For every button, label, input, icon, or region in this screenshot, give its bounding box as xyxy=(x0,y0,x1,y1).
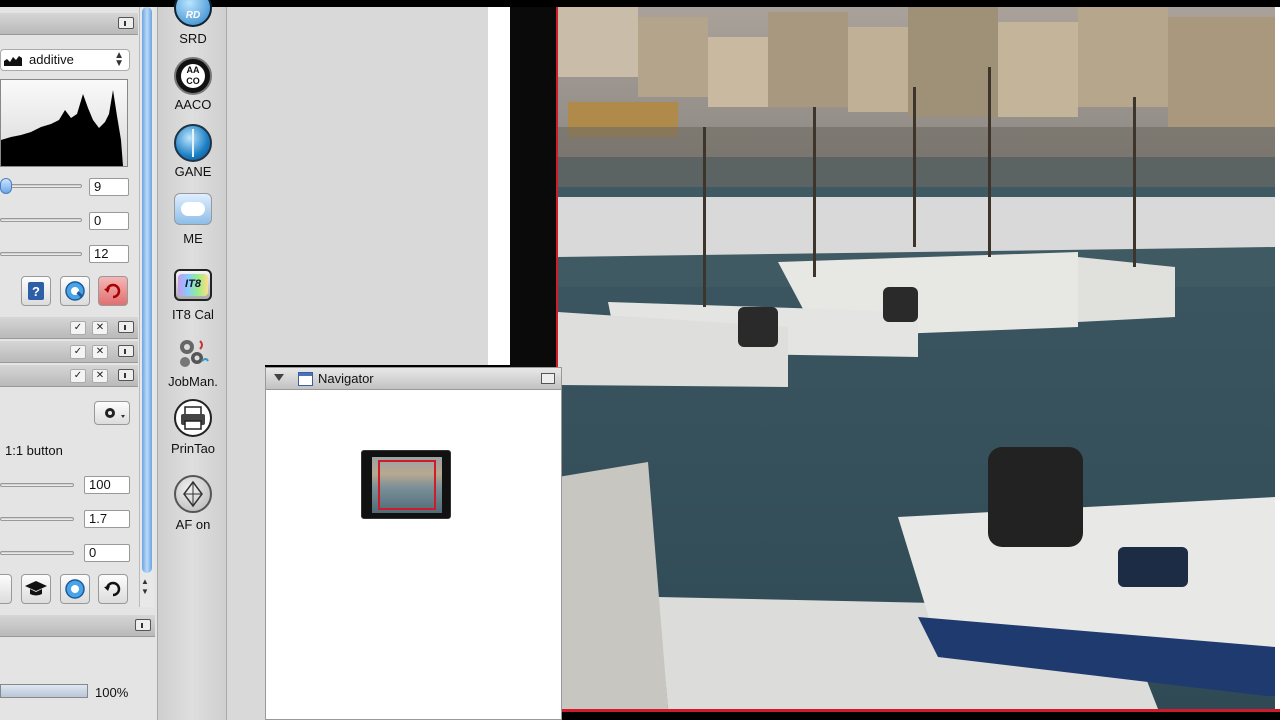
aaco-icon-text-bottom: CO xyxy=(186,76,200,86)
panel-header-5 xyxy=(0,615,155,637)
slider-value-1[interactable]: 9 xyxy=(89,178,129,196)
check-icon[interactable]: ✓ xyxy=(70,369,86,383)
refresh-button[interactable] xyxy=(98,574,128,604)
aaco-icon[interactable]: AA CO xyxy=(174,57,212,95)
prescan-area xyxy=(227,7,488,365)
panel-header-2: ✓ ✕ xyxy=(0,317,138,339)
srd-icon[interactable]: RD xyxy=(174,0,212,27)
it8-icon-text: IT8 xyxy=(185,278,201,290)
histogram-graph-icon xyxy=(4,56,22,66)
graduation-cap-icon xyxy=(25,581,47,596)
collapse-icon[interactable] xyxy=(541,373,555,384)
collapse-icon[interactable] xyxy=(118,321,134,333)
zoom-button-2[interactable] xyxy=(60,574,90,604)
histogram-graph xyxy=(1,90,123,166)
navigator-window: Navigator xyxy=(265,367,562,720)
refresh-icon xyxy=(104,581,121,597)
magnify-icon xyxy=(65,579,85,599)
white-column xyxy=(488,7,510,365)
panel-header-1 xyxy=(0,13,138,35)
srd-icon-text: RD xyxy=(185,10,201,21)
collapse-icon[interactable] xyxy=(118,369,134,381)
sharpen-track-2[interactable] xyxy=(0,517,74,521)
close-icon[interactable]: ✕ xyxy=(92,321,108,335)
it8-label: IT8 Cal xyxy=(172,307,214,322)
refresh-icon xyxy=(104,283,121,299)
it8-icon[interactable]: IT8 xyxy=(174,269,212,301)
bottom-strip xyxy=(558,712,1280,720)
me-icon[interactable] xyxy=(174,193,212,225)
slider-knob-1[interactable] xyxy=(0,178,12,194)
gray-fill xyxy=(227,365,265,720)
slider-value-3[interactable]: 12 xyxy=(89,245,129,263)
check-icon[interactable]: ✓ xyxy=(70,321,86,335)
app-window: additive ▲ ▼ 9 0 12 ? ✓ ✕ ✓ ✕ ✓ ✕ 1:1 bu… xyxy=(0,0,1280,720)
partial-button[interactable] xyxy=(0,574,12,604)
jobman-icon[interactable] xyxy=(174,333,212,371)
gane-label: GANE xyxy=(174,164,212,179)
sharpen-value-3[interactable]: 0 xyxy=(84,544,130,562)
sharpen-value-2[interactable]: 1.7 xyxy=(84,510,130,528)
dropdown-value: additive xyxy=(29,52,74,67)
collapse-icon[interactable] xyxy=(135,619,151,631)
af-focus-icon xyxy=(183,480,203,508)
close-icon[interactable]: ✕ xyxy=(92,345,108,359)
zoom-button[interactable] xyxy=(60,276,90,306)
disclosure-triangle-icon[interactable] xyxy=(274,374,284,381)
slider-track-3[interactable] xyxy=(0,252,82,256)
panel-header-3: ✓ ✕ xyxy=(0,341,138,363)
preview-image[interactable] xyxy=(558,7,1275,709)
scroll-thumb[interactable] xyxy=(142,7,152,573)
scroll-arrows-icon[interactable]: ▲ ▼ xyxy=(141,577,149,597)
progress-text: 100% xyxy=(95,685,129,700)
tool-column: RD SRD AA CO AACO GANE ME IT8 IT8 Cal Jo… xyxy=(157,0,227,720)
oneone-label: 1:1 button xyxy=(5,443,63,458)
svg-text:?: ? xyxy=(32,284,40,299)
right-edge xyxy=(1275,7,1280,709)
sharpen-track-1[interactable] xyxy=(0,483,74,487)
gears-icon xyxy=(180,340,209,367)
reset-button[interactable] xyxy=(98,276,128,306)
histogram xyxy=(0,79,128,167)
collapse-icon[interactable] xyxy=(118,345,134,357)
settings-button[interactable] xyxy=(94,401,130,425)
harbor-photo xyxy=(558,7,1275,709)
view-rectangle[interactable] xyxy=(378,460,436,510)
af-label: AF on xyxy=(175,517,211,532)
magnify-icon xyxy=(65,281,85,301)
left-panel: additive ▲ ▼ 9 0 12 ? ✓ ✕ ✓ ✕ ✓ ✕ 1:1 bu… xyxy=(0,7,157,720)
close-icon[interactable]: ✕ xyxy=(92,369,108,383)
printao-icon[interactable] xyxy=(174,399,212,437)
panel-header-4: ✓ ✕ xyxy=(0,365,138,387)
navigator-thumbnail[interactable] xyxy=(361,450,451,519)
dropdown-arrows-icon: ▲ ▼ xyxy=(114,50,124,69)
gear-icon xyxy=(105,408,125,418)
jobman-label: JobMan. xyxy=(168,374,218,389)
sharpen-track-3[interactable] xyxy=(0,551,74,555)
printer-icon xyxy=(181,406,205,430)
aaco-label: AACO xyxy=(174,97,212,112)
left-panel-scrollbar[interactable]: ▲ ▼ xyxy=(139,7,154,607)
srd-label: SRD xyxy=(179,31,207,46)
af-icon[interactable] xyxy=(174,475,212,513)
histogram-mode-dropdown[interactable]: additive ▲ ▼ xyxy=(0,49,130,71)
printao-label: PrinTao xyxy=(170,441,216,456)
navigator-title: Navigator xyxy=(318,371,374,386)
progress-bar xyxy=(0,684,88,698)
sharpen-value-1[interactable]: 100 xyxy=(84,476,130,494)
check-icon[interactable]: ✓ xyxy=(70,345,86,359)
help-icon: ? xyxy=(28,282,44,300)
aaco-icon-text-top: AA xyxy=(186,65,200,75)
gane-icon[interactable] xyxy=(174,124,212,162)
me-label: ME xyxy=(183,231,203,246)
slider-value-2[interactable]: 0 xyxy=(89,212,129,230)
window-icon xyxy=(298,372,313,386)
learn-button[interactable] xyxy=(21,574,51,604)
navigator-titlebar[interactable]: Navigator xyxy=(266,368,561,390)
collapse-icon[interactable] xyxy=(118,17,134,29)
help-button[interactable]: ? xyxy=(21,276,51,306)
slider-track-1[interactable] xyxy=(0,184,82,188)
slider-track-2[interactable] xyxy=(0,218,82,222)
